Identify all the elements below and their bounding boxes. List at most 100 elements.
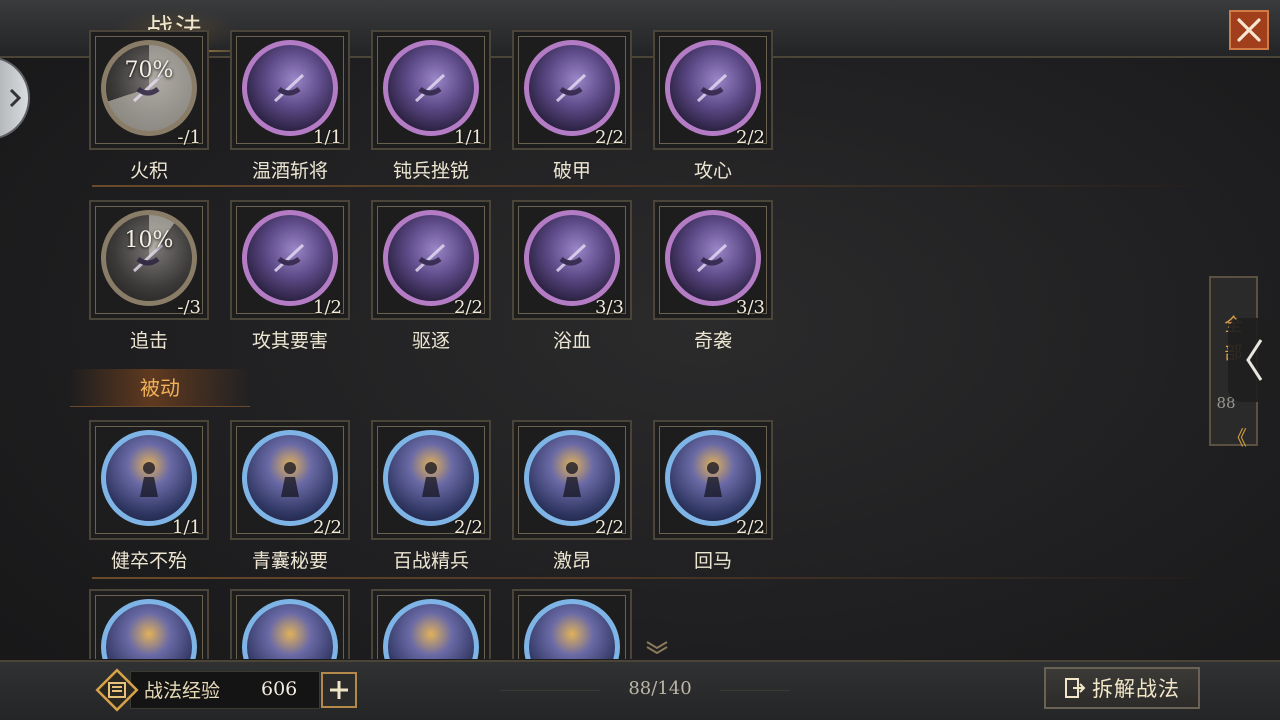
passive-tactic-icon xyxy=(101,430,197,526)
sword-icon xyxy=(273,73,305,103)
tactic-count: 2/2 xyxy=(454,297,483,318)
tactic-name: 钝兵挫锐 xyxy=(392,160,469,182)
tactic-name: 浴血 xyxy=(552,330,591,352)
soldier-icon xyxy=(140,462,158,497)
row-divider xyxy=(92,185,1207,187)
passive-tactic-icon xyxy=(665,430,761,526)
sword-icon xyxy=(414,73,446,103)
active-tactic-icon xyxy=(101,210,197,306)
collapse-panel-button[interactable] xyxy=(1228,318,1280,402)
passive-tactic-icon xyxy=(524,430,620,526)
tactic-card[interactable]: 1/1 xyxy=(230,30,350,150)
plus-icon xyxy=(330,681,348,699)
active-tactic-icon xyxy=(242,40,338,136)
passive-tactic-icon xyxy=(242,430,338,526)
tactic-card[interactable]: 1/2 xyxy=(230,200,350,320)
scroll-down-icon xyxy=(646,641,668,654)
tactic-card[interactable]: 2/2 xyxy=(512,30,632,150)
tactic-name: 火积 xyxy=(129,160,168,182)
dismantle-button[interactable]: 拆解战法 xyxy=(1044,667,1200,709)
section-label: 被动 xyxy=(140,376,180,400)
active-tactic-icon xyxy=(383,40,479,136)
tactic-card[interactable]: 70% -/1 xyxy=(89,30,209,150)
tactic-count: 1/1 xyxy=(172,517,201,538)
active-tactic-icon xyxy=(242,210,338,306)
chevron-right-icon xyxy=(9,88,22,108)
active-tactic-icon xyxy=(665,210,761,306)
tactic-name: 攻心 xyxy=(693,160,732,182)
tactic-name: 驱逐 xyxy=(411,330,450,352)
tactic-card[interactable]: 2/2 xyxy=(230,420,350,540)
sword-icon xyxy=(555,73,587,103)
add-exp-button[interactable] xyxy=(321,672,357,708)
sword-icon xyxy=(696,243,728,273)
tactic-card[interactable] xyxy=(371,589,491,659)
active-tactic-icon xyxy=(383,210,479,306)
tactic-count: 2/2 xyxy=(313,517,342,538)
active-tactic-icon xyxy=(524,210,620,306)
tactic-card[interactable]: 3/3 xyxy=(653,200,773,320)
exp-value: 606 xyxy=(261,678,298,700)
tactic-count: -/3 xyxy=(177,297,201,318)
tactic-count: 2/2 xyxy=(595,517,624,538)
double-chevron-icon: 《 xyxy=(1227,426,1247,450)
sword-icon xyxy=(273,243,305,273)
dismantle-label: 拆解战法 xyxy=(1092,677,1180,701)
tactic-name: 激昂 xyxy=(552,550,591,572)
tactic-count: 2/2 xyxy=(736,127,765,148)
tactic-name: 回马 xyxy=(693,550,732,572)
tactic-card[interactable]: 1/1 xyxy=(89,420,209,540)
close-icon xyxy=(1237,18,1261,42)
tactic-name: 攻其要害 xyxy=(251,330,328,352)
tactic-card[interactable]: 2/2 xyxy=(653,30,773,150)
exp-label: 战法经验 xyxy=(144,680,221,702)
sword-icon xyxy=(696,73,728,103)
active-tactic-icon xyxy=(101,40,197,136)
tactic-count: -/1 xyxy=(177,127,201,148)
soldier-icon xyxy=(422,462,440,497)
capacity-line-right xyxy=(720,690,790,691)
soldier-icon xyxy=(281,462,299,497)
tactic-count: 3/3 xyxy=(736,297,765,318)
tactic-name: 青囊秘要 xyxy=(251,550,328,572)
tactic-card[interactable]: 1/1 xyxy=(371,30,491,150)
tactic-name: 健卒不殆 xyxy=(110,550,187,572)
active-tactic-icon xyxy=(524,40,620,136)
tactic-card[interactable]: 2/2 xyxy=(371,200,491,320)
tactic-card[interactable]: 3/3 xyxy=(512,200,632,320)
section-header-passive: 被动 xyxy=(70,369,250,407)
tactic-name: 追击 xyxy=(129,330,168,352)
sword-icon xyxy=(555,243,587,273)
tactic-name: 奇袭 xyxy=(693,330,732,352)
tactic-card[interactable]: 2/2 xyxy=(653,420,773,540)
exp-icon xyxy=(95,668,139,712)
active-tactic-icon xyxy=(665,40,761,136)
tactic-card[interactable] xyxy=(230,589,350,659)
tactic-count: 1/1 xyxy=(313,127,342,148)
dismantle-icon xyxy=(1065,678,1086,698)
tactic-card[interactable]: 2/2 xyxy=(371,420,491,540)
tactic-capacity: 88/140 xyxy=(628,678,692,699)
tactic-card[interactable] xyxy=(89,589,209,659)
tactic-count: 2/2 xyxy=(736,517,765,538)
soldier-icon xyxy=(704,462,722,497)
tactic-card[interactable] xyxy=(512,589,632,659)
tactic-count: 2/2 xyxy=(595,127,624,148)
passive-tactic-icon xyxy=(383,430,479,526)
sword-icon xyxy=(414,243,446,273)
capacity-line-left xyxy=(500,690,600,691)
tactic-card[interactable]: 2/2 xyxy=(512,420,632,540)
tactic-name: 百战精兵 xyxy=(392,550,469,572)
tactic-count: 1/1 xyxy=(454,127,483,148)
unlock-progress: 70% xyxy=(124,58,174,83)
tactic-count: 1/2 xyxy=(313,297,342,318)
soldier-icon xyxy=(563,462,581,497)
tactic-name: 温酒斩将 xyxy=(251,160,328,182)
unlock-progress: 10% xyxy=(124,228,174,253)
row-divider xyxy=(92,577,1207,579)
chevron-left-icon xyxy=(1246,339,1263,381)
close-button[interactable] xyxy=(1229,10,1269,50)
tactic-name: 破甲 xyxy=(552,160,591,182)
tactic-card[interactable]: 10% -/3 xyxy=(89,200,209,320)
tactic-count: 3/3 xyxy=(595,297,624,318)
